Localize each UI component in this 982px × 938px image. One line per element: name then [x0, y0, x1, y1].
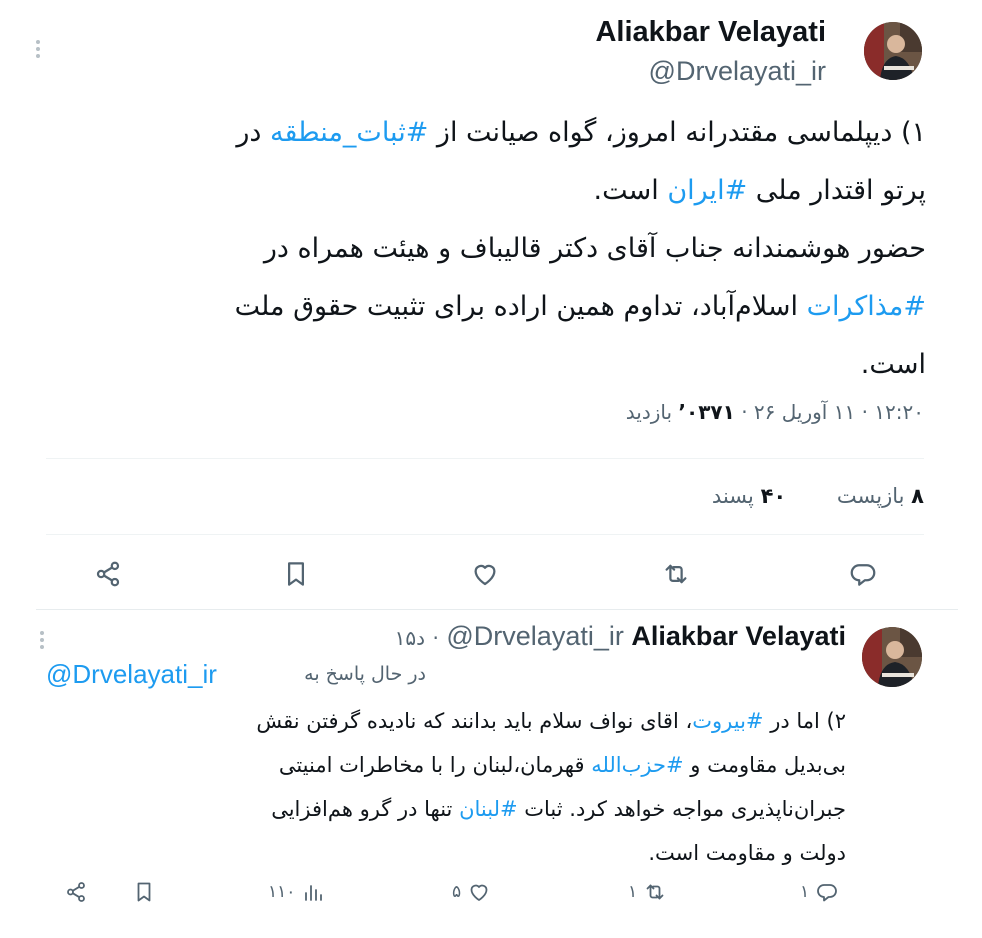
views-count: ۰۳۷۱’ — [678, 400, 735, 424]
author-name[interactable]: Aliakbar Velayati — [595, 16, 826, 49]
reply-tweet[interactable]: ۱۵د · @Drvelayati_ir Aliakbar Velayati د… — [0, 611, 982, 938]
retweets-stat[interactable]: ۸ بازپست — [837, 484, 924, 508]
hashtag-link[interactable]: #ثبات_منطقه — [270, 117, 428, 148]
reply-text: ۲) اما در #بیروت، اقای نواف سلام باید بد… — [100, 699, 846, 875]
views-label: بازدید — [625, 400, 673, 424]
meta-separator: · — [861, 400, 868, 424]
reply-time[interactable]: ۱۵د — [395, 626, 425, 650]
more-options-icon[interactable] — [34, 629, 50, 651]
tweet-meta: ۱۲:۲۰ · ۱۱ آوریل ۲۶ · ۰۳۷۱’ بازدید — [626, 400, 924, 424]
like-icon — [467, 880, 491, 904]
bookmark-icon[interactable] — [279, 557, 313, 591]
retweet-action[interactable]: ۱ — [628, 877, 667, 907]
bookmark-action[interactable] — [132, 877, 156, 907]
share-action[interactable] — [64, 877, 88, 907]
retweets-count: ۸ — [911, 484, 924, 508]
divider — [46, 534, 924, 535]
hashtag-link[interactable]: #بیروت — [692, 709, 763, 733]
reply-count: ۱ — [800, 882, 810, 902]
hashtag-link[interactable]: #لبنان — [459, 797, 518, 821]
retweet-count: ۱ — [628, 882, 638, 902]
views-count: ۱۱۰ — [268, 882, 296, 902]
hashtag-link[interactable]: #مذاکرات — [807, 291, 926, 322]
share-icon[interactable] — [91, 557, 125, 591]
author-name[interactable]: Aliakbar Velayati — [631, 621, 846, 651]
tweet-text-part: ۲) اما در — [763, 709, 846, 733]
author-handle[interactable]: @Drvelayati_ir — [446, 621, 623, 651]
reply-action[interactable]: ۱ — [800, 877, 839, 907]
views-icon — [301, 880, 325, 904]
tweet-time[interactable]: ۱۲:۲۰ — [874, 400, 924, 424]
reply-header: ۱۵د · @Drvelayati_ir Aliakbar Velayati — [395, 621, 846, 652]
hashtag-link[interactable]: #حزب‌الله — [591, 753, 683, 777]
replying-to-handle[interactable]: @Drvelayati_ir — [46, 659, 217, 690]
likes-label: پسند — [711, 484, 754, 508]
tweet-text: ۱) دیپلماسی مقتدرانه امروز، گواه صیانت ا… — [94, 104, 926, 394]
share-icon — [64, 880, 88, 904]
avatar[interactable] — [864, 22, 922, 80]
divider — [46, 458, 924, 459]
reply-icon[interactable] — [846, 557, 880, 591]
author-handle[interactable]: @Drvelayati_ir — [649, 56, 826, 87]
tweet-text-part: ۱) دیپلماسی مقتدرانه امروز، گواه صیانت ا… — [428, 117, 926, 148]
tweet-divider — [36, 609, 958, 610]
hashtag-link[interactable]: #ایران — [667, 175, 747, 206]
like-icon[interactable] — [468, 557, 502, 591]
more-options-icon[interactable] — [30, 38, 46, 60]
like-action[interactable]: ۵ — [452, 877, 491, 907]
avatar[interactable] — [862, 627, 922, 687]
retweet-icon — [643, 880, 667, 904]
retweet-icon[interactable] — [659, 557, 693, 591]
main-tweet: Aliakbar Velayati @Drvelayati_ir ۱) دیپل… — [0, 0, 982, 610]
bookmark-icon — [132, 880, 156, 904]
likes-count: ۴۰ — [760, 484, 787, 508]
meta-separator: · — [741, 400, 748, 424]
retweets-label: بازپست — [836, 484, 905, 508]
tweet-stats: ۸ بازپست ۴۰ پسند — [668, 484, 924, 508]
views-action[interactable]: ۱۱۰ — [268, 877, 325, 907]
reply-icon — [815, 880, 839, 904]
like-count: ۵ — [452, 882, 462, 902]
meta-separator: · — [432, 626, 439, 650]
replying-to-label: در حال پاسخ به — [304, 663, 426, 685]
tweet-date[interactable]: ۱۱ آوریل ۲۶ — [754, 400, 855, 424]
likes-stat[interactable]: ۴۰ پسند — [712, 484, 786, 508]
